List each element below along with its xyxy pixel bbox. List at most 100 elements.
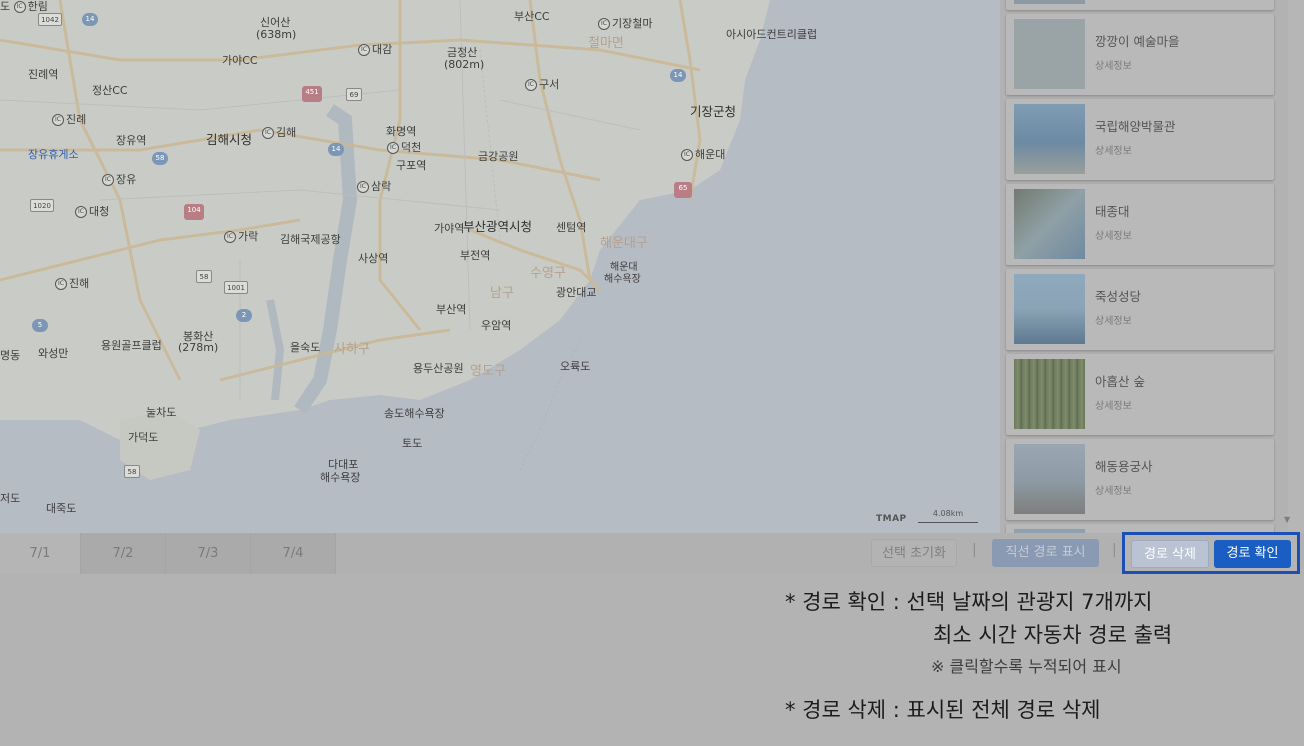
date-tab-bar: 7/1 7/2 7/3 7/4 bbox=[0, 533, 1304, 574]
road-badge-1042: 1042 bbox=[38, 13, 62, 26]
map-label-hanrim: 도 IC 한림 bbox=[0, 0, 48, 13]
map-label-busancc: 부산CC bbox=[514, 10, 550, 23]
attraction-name: 국립해양박물관 bbox=[1095, 119, 1176, 134]
map-label-gijang-office: 기장군청 bbox=[690, 104, 737, 119]
road-badge-58c: 58 bbox=[124, 465, 140, 478]
list-item[interactable]: 태종대 상세정보 bbox=[1006, 184, 1274, 265]
attraction-name: 깡깡이 예술마을 bbox=[1095, 34, 1180, 49]
road-badge-1020: 1020 bbox=[30, 199, 54, 212]
note-confirm-line3: ※ 클릭할수록 누적되어 표시 bbox=[931, 657, 1122, 676]
map-label-garak: IC 가락 bbox=[224, 228, 258, 244]
detail-link[interactable]: 상세정보 bbox=[1095, 482, 1132, 497]
tmap-logo: TMAP bbox=[876, 514, 907, 524]
map-label-daejukdo: 대죽도 bbox=[46, 502, 77, 515]
confirm-route-button[interactable]: 경로 확인 bbox=[1214, 540, 1291, 568]
map-label-jangyu-station: 장유역 bbox=[116, 134, 147, 147]
separator: | bbox=[1112, 542, 1117, 558]
map-label-wasangman: 와성만 bbox=[38, 347, 69, 360]
road-badge-2: 2 bbox=[236, 309, 252, 322]
map-scale: 4.08km bbox=[918, 509, 978, 523]
attraction-thumbnail bbox=[1014, 359, 1085, 429]
road-badge-14b: 14 bbox=[670, 69, 686, 82]
list-item[interactable]: 아홉산 숲 상세정보 bbox=[1006, 354, 1274, 435]
map-label-bonghwasan-height: (278m) bbox=[178, 341, 219, 354]
map-label-nulchado: 눌차도 bbox=[146, 406, 177, 419]
reset-selection-button[interactable]: 선택 초기화 bbox=[871, 539, 957, 567]
map-label-dadaepo2: 해수욕장 bbox=[320, 471, 361, 484]
map-area-yeongdo: 영도구 bbox=[470, 364, 506, 379]
map-label-jinrye-ic: IC 진례 bbox=[52, 111, 86, 127]
attraction-list[interactable]: 깡깡이 예술마을 상세정보 국립해양박물관 상세정보 태종대 상세정보 죽성성당… bbox=[1000, 0, 1304, 533]
attraction-thumbnail bbox=[1014, 274, 1085, 344]
map-label-haeundae-ic: IC 해운대 bbox=[681, 146, 725, 162]
map-label-sasang: 사상역 bbox=[358, 252, 389, 265]
map-label-jeongsan-cc: 정산CC bbox=[92, 84, 128, 97]
map-label-oryukdo: 오륙도 bbox=[560, 360, 591, 373]
road-badge-14c: 14 bbox=[328, 143, 344, 156]
road-badge-1001: 1001 bbox=[224, 281, 248, 294]
list-item[interactable]: 죽성성당 상세정보 bbox=[1006, 269, 1274, 350]
map-label-guseo: IC 구서 bbox=[525, 76, 559, 92]
detail-link[interactable]: 상세정보 bbox=[1095, 57, 1132, 72]
attraction-thumbnail bbox=[1014, 189, 1085, 259]
map-label-gimhae-airport: 김해국제공항 bbox=[280, 233, 341, 246]
list-scrollbar[interactable] bbox=[1288, 0, 1304, 533]
tab-7-2[interactable]: 7/2 bbox=[81, 533, 166, 574]
road-badge-58: 58 bbox=[152, 152, 168, 165]
tab-7-3[interactable]: 7/3 bbox=[166, 533, 251, 574]
map-label-deokcheon: IC 덕천 bbox=[387, 139, 421, 155]
tab-7-4[interactable]: 7/4 bbox=[251, 533, 336, 574]
map-label-jeodo: 저도 bbox=[0, 492, 21, 505]
map-label-gimhae-ic: IC 김해 bbox=[262, 124, 296, 140]
map-label-hwamyeong: 화명역 bbox=[386, 125, 417, 138]
tab-7-1[interactable]: 7/1 bbox=[0, 533, 81, 574]
road-badge-69: 69 bbox=[346, 88, 362, 101]
map-label-geumjeongsan-height: (802m) bbox=[444, 58, 485, 71]
attraction-thumbnail bbox=[1014, 19, 1085, 89]
detail-link[interactable]: 상세정보 bbox=[1095, 397, 1132, 412]
map-label-gadeokdo: 가덕도 bbox=[128, 431, 159, 444]
delete-route-button[interactable]: 경로 삭제 bbox=[1131, 540, 1209, 568]
map-area-cheolma: 철마면 bbox=[588, 36, 624, 51]
map-label-gupo: 구포역 bbox=[396, 159, 427, 172]
note-confirm-line1: * 경로 확인 : 선택 날짜의 관광지 7개까지 bbox=[785, 590, 1153, 614]
map-label-yongdusan: 용두산공원 bbox=[413, 362, 464, 375]
map-label-myeongdong: 명동 bbox=[0, 349, 21, 362]
note-confirm-line2: 최소 시간 자동차 경로 출력 bbox=[933, 623, 1173, 647]
map-label-busan-city-hall: 부산광역시청 bbox=[463, 219, 533, 234]
map-label-gimhae-city-hall: 김해시청 bbox=[206, 132, 253, 147]
list-item[interactable] bbox=[1006, 0, 1274, 10]
map-label-daecheong: IC 대청 bbox=[75, 203, 109, 219]
map-label-centum: 센텀역 bbox=[556, 221, 587, 234]
list-item[interactable]: 깡깡이 예술마을 상세정보 bbox=[1006, 14, 1274, 95]
map-label-gaya-cc: 가야CC bbox=[222, 54, 258, 67]
list-item[interactable]: 국립해양박물관 상세정보 bbox=[1006, 99, 1274, 180]
map-label-jangyu-rest: 장유휴게소 bbox=[28, 148, 79, 161]
map-area-namgu: 남구 bbox=[490, 286, 514, 301]
map-area-suyeong: 수영구 bbox=[530, 266, 566, 281]
attraction-name: 해동용궁사 bbox=[1095, 459, 1153, 474]
map-view[interactable]: 도 IC 한림 부산CC IC 기장철마 아시아드컨트리클럽 신어산 (638m) … bbox=[0, 0, 1000, 533]
list-item[interactable]: 해동용궁사 상세정보 bbox=[1006, 439, 1274, 520]
note-delete-line: * 경로 삭제 : 표시된 전체 경로 삭제 bbox=[785, 698, 1101, 722]
map-label-jangyu-ic: IC 장유 bbox=[102, 171, 136, 187]
separator: | bbox=[972, 542, 977, 558]
map-label-busan-station: 부산역 bbox=[436, 303, 467, 316]
attraction-name: 태종대 bbox=[1095, 204, 1130, 219]
road-badge-65: 65 bbox=[674, 182, 692, 198]
road-badge-451: 451 bbox=[302, 86, 322, 102]
map-label-sineosan-height: (638m) bbox=[256, 28, 297, 41]
map-label-gijang-cheolma: IC 기장철마 bbox=[598, 15, 652, 31]
detail-link[interactable]: 상세정보 bbox=[1095, 142, 1132, 157]
map-area-saha: 사하구 bbox=[334, 342, 370, 357]
detail-link[interactable]: 상세정보 bbox=[1095, 227, 1132, 242]
map-label-jinrye-station: 진례역 bbox=[28, 68, 59, 81]
attraction-name: 아홉산 숲 bbox=[1095, 374, 1145, 389]
attraction-thumbnail bbox=[1014, 444, 1085, 514]
scroll-down-arrow-icon[interactable]: ▼ bbox=[1284, 515, 1290, 524]
detail-link[interactable]: 상세정보 bbox=[1095, 312, 1132, 327]
road-badge-104: 104 bbox=[184, 204, 204, 220]
show-straight-route-button[interactable]: 직선 경로 표시 bbox=[992, 539, 1099, 567]
map-label-eulsukdo: 을숙도 bbox=[290, 341, 321, 354]
map-label-bujeon: 부전역 bbox=[460, 249, 491, 262]
